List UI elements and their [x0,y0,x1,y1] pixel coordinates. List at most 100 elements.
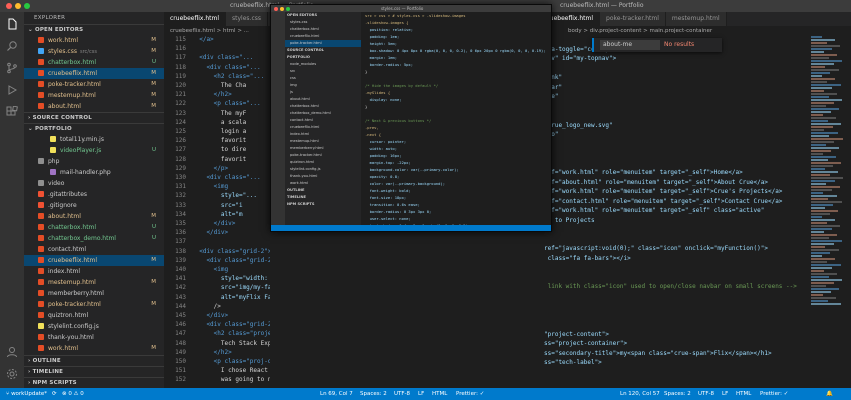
portfolio-section[interactable]: ⌄ PORTFOLIO [24,123,164,134]
search-icon[interactable] [6,40,18,52]
code-line[interactable]: </a> [192,36,213,43]
code-line[interactable]: style="width: 100%;" [192,275,270,282]
file-item[interactable]: contact.html [24,244,164,255]
file-item[interactable]: work.html M [24,35,164,46]
code-line[interactable]: </div> [192,312,228,319]
sync-icon[interactable]: ⟳ [52,388,57,400]
language-right[interactable]: HTML [736,388,751,400]
encoding-left[interactable]: UTF-8 [394,388,410,400]
float-code-line[interactable]: color: var(--primary-background); [361,180,551,187]
float-sidebar-item[interactable]: src [285,68,361,75]
file-item[interactable]: poke-tracker.html M [24,79,164,90]
float-sidebar-item[interactable]: js [285,89,361,96]
account-icon[interactable] [6,346,18,358]
code-line[interactable]: src="img/my-favorites.jpeg" [192,284,270,291]
float-code-line[interactable]: display: none; [361,96,551,103]
float-code-line[interactable]: cursor: pointer; [361,138,551,145]
code-line[interactable]: <div class="grid-2"> [192,248,270,255]
outline-section[interactable]: › OUTLINE [24,355,164,366]
float-code-line[interactable]: margin: 1em; [361,54,551,61]
code-line[interactable]: <h2 class="... [192,73,265,80]
float-code-line[interactable]: margin-top: -22px; [361,159,551,166]
prettier-left[interactable]: Prettier: ✓ [456,388,484,400]
float-sidebar-item[interactable]: memberberry.html [285,145,361,152]
float-sidebar-item[interactable]: chatterbox.html [285,103,361,110]
float-sidebar-item[interactable]: thank-you.html [285,173,361,180]
code-line[interactable]: login a [192,128,246,135]
timeline-section[interactable]: › TIMELINE [24,366,164,377]
code-line[interactable]: favorit [192,137,246,144]
code-line[interactable]: <img [192,266,228,273]
branch-indicator[interactable]: ⑂ workUpdate* [6,388,47,400]
minimap[interactable] [811,36,847,336]
find-input[interactable]: about-me [600,40,660,50]
editor-tab[interactable]: cruebeeflix.html [164,12,227,26]
float-code-line[interactable]: padding: 16px; [361,152,551,159]
code-line[interactable]: I chose React due to the user interactio… [192,367,270,374]
editor-tab[interactable]: mestemup.html [665,12,727,26]
code-line[interactable]: </p> [192,165,228,172]
code-line[interactable]: a scala [192,119,246,126]
float-code-line[interactable] [361,110,551,117]
code-line[interactable]: The Cha [192,82,246,89]
file-item[interactable]: work.html M [24,343,164,354]
eol-left[interactable]: LF [418,388,424,400]
file-item[interactable]: mestemup.html M [24,90,164,101]
file-item[interactable]: video [24,178,164,189]
code-line[interactable]: </h2> [192,349,232,356]
floating-vscode-window[interactable]: styles.css — Portfolio OPEN EDITORS style… [270,4,552,232]
code-line[interactable]: ref="javascript:void(0);" class="icon" o… [544,245,768,252]
code-line[interactable]: "project-content"> [544,331,609,338]
eol-right[interactable]: LF [722,388,728,400]
problems-indicator[interactable]: ⊗ 0 ⚠ 0 [62,388,84,400]
float-sidebar-item[interactable]: cruebeeflix.html [285,124,361,131]
file-item[interactable]: mestemup.html M [24,277,164,288]
file-item[interactable]: chatterbox.html U [24,57,164,68]
float-code-line[interactable]: position: relative; [361,26,551,33]
float-sidebar-item[interactable]: stylelint.config.js [285,166,361,173]
code-line[interactable]: <div class="... [192,174,260,181]
code-line[interactable]: </div> [192,220,236,227]
float-sidebar-item[interactable]: styles.css [285,19,361,26]
float-code-line[interactable]: height: 5em; [361,40,551,47]
float-code-line[interactable]: .prev, [361,124,551,131]
float-code-line[interactable]: width: auto; [361,145,551,152]
float-sidebar-item[interactable]: work.html [285,180,361,187]
float-editor[interactable]: src > css > # styles.css > .slideshow-im… [361,12,551,226]
float-code-line[interactable]: .next { [361,131,551,138]
code-line[interactable]: <p class="proj-desc-left"> [192,358,270,365]
file-item[interactable]: cruebeeflix.html M [24,255,164,266]
encoding-right[interactable]: UTF-8 [698,388,714,400]
float-code-line[interactable]: transition: 0.6s ease; [361,201,551,208]
file-item[interactable]: mail-handler.php [24,167,164,178]
code-line[interactable]: src="i [192,202,243,209]
file-item[interactable]: php [24,156,164,167]
minimize-window-button[interactable] [280,6,284,11]
open-editors-section[interactable]: ⌄ OPEN EDITORS [24,24,164,35]
float-sidebar-item[interactable]: OPEN EDITORS [285,12,361,19]
code-line[interactable]: link with class="icon" used to open/clos… [544,283,797,290]
float-sidebar-item[interactable]: quiztron.html [285,159,361,166]
cursor-position-left[interactable]: Ln 69, Col 7 [320,388,353,400]
float-sidebar-item[interactable]: SOURCE CONTROL [285,47,361,54]
breadcrumb[interactable]: cruebeeflix.html > html > ... [164,26,270,36]
code-line[interactable]: <img [192,183,228,190]
code-line[interactable]: ref="work.html" role="menuitem" target="… [544,207,764,214]
file-item[interactable]: quiztron.html [24,310,164,321]
code-line[interactable]: /crue_logo_new.svg" [544,122,613,129]
editor-tab[interactable]: styles.css [226,12,269,26]
file-item[interactable]: about.html M [24,211,164,222]
code-line[interactable]: to dire [192,146,246,153]
float-code-line[interactable]: padding: 1em; [361,33,551,40]
float-sidebar-item[interactable]: mestemup.html [285,138,361,145]
float-code-line[interactable]: src > css > # styles.css > .slideshow-im… [361,12,551,19]
float-code-line[interactable] [361,75,551,82]
code-line[interactable]: <h2 class="project-title-left"> [192,330,270,337]
file-item[interactable]: thank-you.html [24,332,164,343]
code-line[interactable]: <div class="grid-2__img__item"> [192,257,270,264]
float-code-line[interactable]: /* Next & previous buttons */ [361,117,551,124]
float-code-line[interactable]: /* Hide the images by default */ [361,82,551,89]
indentation-right[interactable]: Spaces: 2 [664,388,691,400]
float-code-line[interactable]: .mySlides { [361,89,551,96]
npm-scripts-section[interactable]: › NPM SCRIPTS [24,377,164,388]
